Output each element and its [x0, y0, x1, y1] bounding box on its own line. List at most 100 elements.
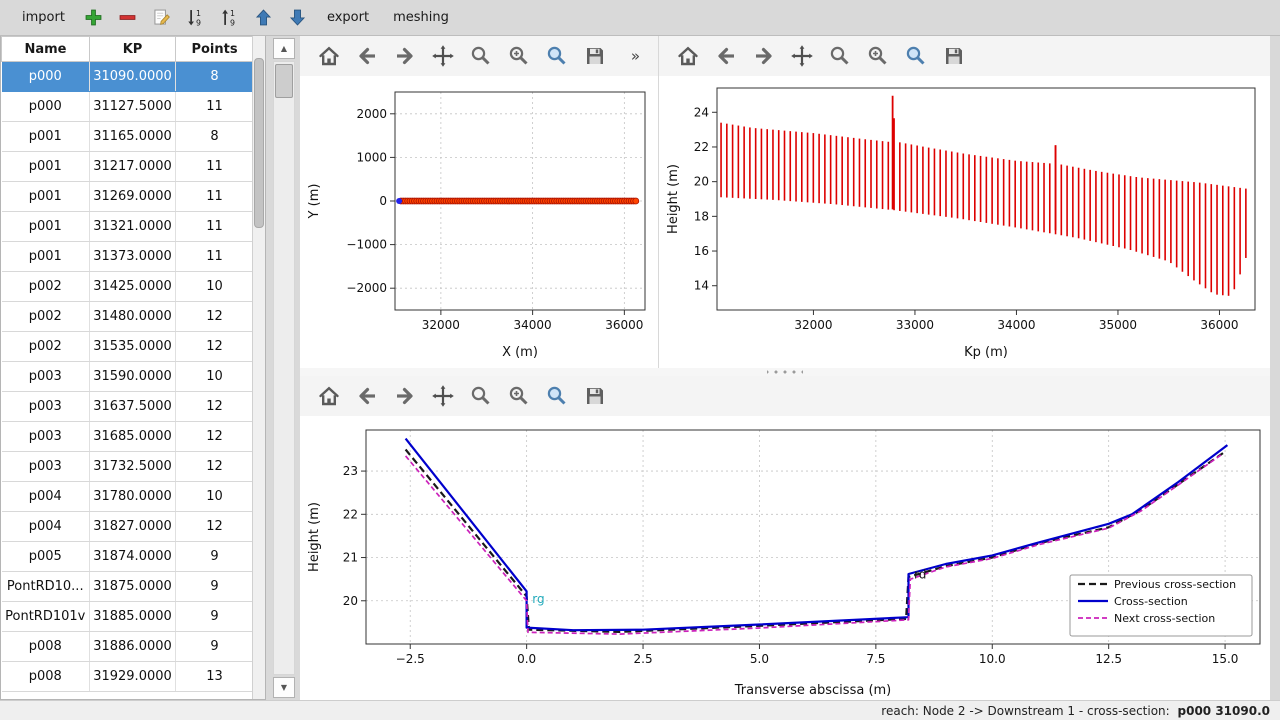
subplots-button[interactable]	[863, 41, 893, 71]
svg-text:32000: 32000	[794, 318, 832, 332]
back-button[interactable]	[352, 381, 382, 411]
forward-button[interactable]	[390, 41, 420, 71]
name-cell: p001	[2, 212, 90, 242]
table-row[interactable]: p00031090.00008	[2, 62, 254, 92]
svg-text:−1000: −1000	[346, 238, 387, 252]
svg-text:10.0: 10.0	[979, 652, 1006, 666]
pan-button[interactable]	[428, 381, 458, 411]
name-cell: p002	[2, 332, 90, 362]
table-row[interactable]: p00331685.000012	[2, 422, 254, 452]
points-cell: 10	[176, 362, 254, 392]
kp-cell: 31090.0000	[90, 62, 176, 92]
svg-text:33000: 33000	[896, 318, 934, 332]
forward-button[interactable]	[749, 41, 779, 71]
forward-button[interactable]	[390, 381, 420, 411]
svg-text:1: 1	[196, 9, 201, 18]
edit-cross-section-button[interactable]	[149, 5, 175, 31]
table-scrollbar-thumb[interactable]	[254, 58, 264, 228]
sort-ascending-button[interactable]: 19	[217, 5, 243, 31]
name-cell: p003	[2, 362, 90, 392]
move-down-button[interactable]	[285, 5, 311, 31]
subplots-icon	[866, 44, 890, 68]
table-row[interactable]: p00331732.500012	[2, 452, 254, 482]
table-row[interactable]: p00131165.00008	[2, 122, 254, 152]
home-button[interactable]	[314, 41, 344, 71]
save-icon	[942, 44, 966, 68]
table-row[interactable]: p00831929.000013	[2, 662, 254, 692]
zoom-button[interactable]	[466, 41, 496, 71]
home-button[interactable]	[314, 381, 344, 411]
column-header-points[interactable]: Points	[176, 37, 254, 62]
horizontal-splitter[interactable]	[300, 368, 1270, 376]
subplots-button[interactable]	[504, 381, 534, 411]
kp-cell: 31827.0000	[90, 512, 176, 542]
up-arrow-icon	[253, 7, 274, 28]
export-button[interactable]: export	[319, 8, 377, 27]
kp-cell: 31127.5000	[90, 92, 176, 122]
table-row[interactable]: p00131269.000011	[2, 182, 254, 212]
table-row[interactable]: p00331590.000010	[2, 362, 254, 392]
points-cell: 9	[176, 602, 254, 632]
remove-cross-section-button[interactable]	[115, 5, 141, 31]
save-button[interactable]	[580, 41, 610, 71]
table-row[interactable]: p00331637.500012	[2, 392, 254, 422]
back-icon	[355, 384, 379, 408]
toolbar-overflow-chevron[interactable]: »	[631, 47, 640, 65]
subplots-button[interactable]	[504, 41, 534, 71]
pan-button[interactable]	[428, 41, 458, 71]
scroll-down-button[interactable]: ▼	[273, 677, 295, 698]
sort-descending-icon: 19	[185, 7, 206, 28]
zoom-icon	[469, 384, 493, 408]
pan-button[interactable]	[787, 41, 817, 71]
table-row[interactable]: p00231535.000012	[2, 332, 254, 362]
plan-view-canvas[interactable]: 320003400036000−2000−1000010002000X (m)Y…	[302, 76, 658, 366]
customize-button[interactable]	[542, 381, 572, 411]
table-row[interactable]: p00231425.000010	[2, 272, 254, 302]
profile-canvas[interactable]: 3200033000340003500036000141618202224Kp …	[661, 76, 1271, 366]
table-row[interactable]: PontRD101v31885.00009	[2, 602, 254, 632]
zoom-button[interactable]	[825, 41, 855, 71]
column-header-kp[interactable]: KP	[90, 37, 176, 62]
table-row[interactable]: p00131217.000011	[2, 152, 254, 182]
pan-icon	[431, 384, 455, 408]
add-cross-section-button[interactable]	[81, 5, 107, 31]
panel-scrollbar-track[interactable]	[273, 61, 295, 675]
customize-button[interactable]	[542, 41, 572, 71]
panel-scrollbar-thumb[interactable]	[275, 64, 293, 98]
table-row[interactable]: p00431780.000010	[2, 482, 254, 512]
table-row[interactable]: p00831886.00009	[2, 632, 254, 662]
scroll-up-button[interactable]: ▲	[273, 38, 295, 59]
status-selection: p000 31090.0	[1178, 704, 1270, 718]
zoom-button[interactable]	[466, 381, 496, 411]
name-cell: p004	[2, 512, 90, 542]
kp-cell: 31165.0000	[90, 122, 176, 152]
splitter-handle[interactable]	[767, 369, 803, 375]
table-row[interactable]: p00231480.000012	[2, 302, 254, 332]
right-margin	[1270, 36, 1280, 700]
table-row[interactable]: p00131321.000011	[2, 212, 254, 242]
sort-descending-button[interactable]: 19	[183, 5, 209, 31]
back-button[interactable]	[352, 41, 382, 71]
table-scrollbar[interactable]	[252, 36, 265, 699]
status-text: reach: Node 2 -> Downstream 1 - cross-se…	[881, 704, 1270, 718]
table-row[interactable]: p00131373.000011	[2, 242, 254, 272]
import-button[interactable]: import	[14, 8, 73, 27]
save-button[interactable]	[939, 41, 969, 71]
cross-section-canvas[interactable]: −2.50.02.55.07.510.012.515.020212223Tran…	[302, 416, 1270, 704]
name-cell: p004	[2, 482, 90, 512]
column-header-name[interactable]: Name	[2, 37, 90, 62]
customize-icon	[904, 44, 928, 68]
points-cell: 9	[176, 572, 254, 602]
save-button[interactable]	[580, 381, 610, 411]
back-button[interactable]	[711, 41, 741, 71]
customize-button[interactable]	[901, 41, 931, 71]
table-row[interactable]: PontRD10...31875.00009	[2, 572, 254, 602]
move-up-button[interactable]	[251, 5, 277, 31]
points-cell: 10	[176, 272, 254, 302]
table-row[interactable]: p00431827.000012	[2, 512, 254, 542]
table-row[interactable]: p00031127.500011	[2, 92, 254, 122]
table-row[interactable]: p00531874.00009	[2, 542, 254, 572]
meshing-button[interactable]: meshing	[385, 8, 457, 27]
home-button[interactable]	[673, 41, 703, 71]
kp-cell: 31780.0000	[90, 482, 176, 512]
